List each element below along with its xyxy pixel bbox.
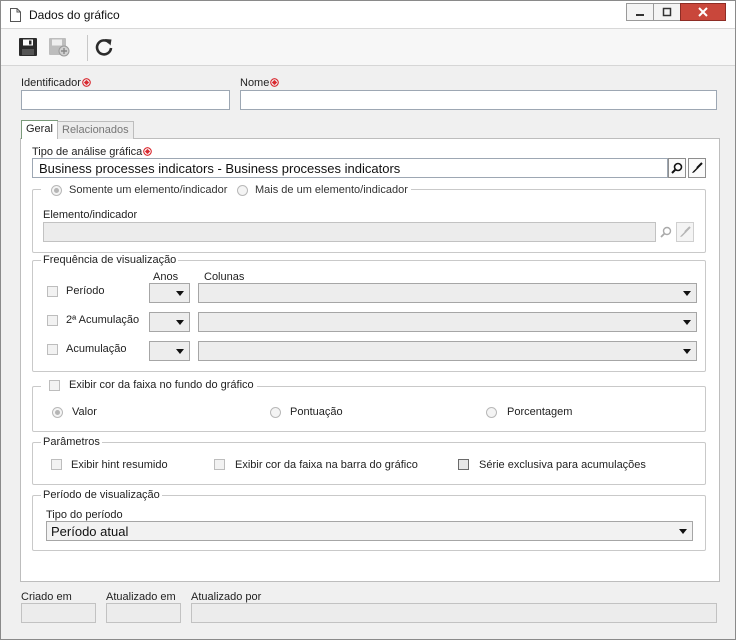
radio-multiple-elements-label: Mais de um elemento/indicador <box>255 184 408 196</box>
segunda-acumulacao-checkbox[interactable] <box>47 315 58 326</box>
radio-valor-label: Valor <box>72 406 97 418</box>
window-controls <box>626 3 727 21</box>
segunda-acumulacao-label: 2ª Acumulação <box>66 314 140 326</box>
chevron-down-icon <box>176 291 184 296</box>
element-search-button[interactable] <box>657 222 675 242</box>
atualizado-em-label: Atualizado em <box>106 591 176 603</box>
radio-porcentagem[interactable] <box>486 407 497 418</box>
radio-single-element[interactable] <box>51 185 62 196</box>
periodo-anos-select[interactable] <box>149 283 190 303</box>
tab-relacionados[interactable]: Relacionados <box>57 121 134 139</box>
search-icon <box>660 226 672 238</box>
required-icon <box>143 147 153 156</box>
criado-em-field <box>21 603 96 623</box>
analysis-type-label-text: Tipo de análise gráfica <box>32 146 143 158</box>
bar-color-label: Exibir cor da faixa na barra do gráfico <box>235 459 418 471</box>
element-input[interactable] <box>43 222 656 242</box>
refresh-icon <box>95 39 113 56</box>
segunda-acumulacao-colunas-select[interactable] <box>198 312 697 332</box>
chevron-down-icon <box>683 291 691 296</box>
save-button[interactable] <box>18 37 38 57</box>
radio-valor[interactable] <box>52 407 63 418</box>
element-clear-button[interactable] <box>676 222 694 242</box>
band-color-label: Exibir cor da faixa no fundo do gráfico <box>69 379 254 391</box>
hint-label: Exibir hint resumido <box>71 459 168 471</box>
radio-porcentagem-label: Porcentagem <box>507 406 573 418</box>
save-icon <box>19 38 37 56</box>
chevron-down-icon <box>683 349 691 354</box>
frequency-legend: Frequência de visualização <box>43 254 177 266</box>
search-icon <box>671 162 683 174</box>
dialog-window: Dados do gráfico Identificador Nome Gera… <box>0 0 736 640</box>
period-legend: Período de visualização <box>43 489 160 501</box>
close-icon <box>698 7 708 17</box>
colunas-column-header: Colunas <box>204 271 245 283</box>
toolbar-separator <box>87 35 88 61</box>
chevron-down-icon <box>683 320 691 325</box>
save-new-button[interactable] <box>48 37 70 57</box>
window-title: Dados do gráfico <box>29 8 120 22</box>
periodo-label: Período <box>66 285 105 297</box>
toolbar <box>1 29 735 66</box>
element-field-label: Elemento/indicador <box>43 209 138 221</box>
identificador-input[interactable] <box>21 90 230 110</box>
required-icon <box>82 78 91 87</box>
analysis-type-label: Tipo de análise gráfica <box>32 146 153 158</box>
nome-input[interactable] <box>240 90 717 110</box>
periodo-colunas-select[interactable] <box>198 283 697 303</box>
save-new-icon <box>49 38 70 57</box>
bar-color-checkbox[interactable] <box>214 459 225 470</box>
atualizado-por-field <box>191 603 717 623</box>
hint-checkbox[interactable] <box>51 459 62 470</box>
acumulacao-anos-select[interactable] <box>149 341 190 361</box>
acumulacao-label: Acumulação <box>66 343 127 355</box>
maximize-icon <box>662 7 672 17</box>
title-bar: Dados do gráfico <box>1 1 735 29</box>
atualizado-por-label: Atualizado por <box>191 591 262 603</box>
eraser-brush-icon <box>680 226 691 237</box>
atualizado-em-field <box>106 603 181 623</box>
document-icon <box>10 8 21 22</box>
radio-pontuacao-label: Pontuação <box>290 406 343 418</box>
segunda-acumulacao-anos-select[interactable] <box>149 312 190 332</box>
exclusive-series-label: Série exclusiva para acumulações <box>479 459 646 471</box>
radio-single-element-label: Somente um elemento/indicador <box>69 184 228 196</box>
maximize-button[interactable] <box>653 3 681 21</box>
chevron-down-icon <box>679 529 687 534</box>
identificador-label: Identificador <box>21 77 91 89</box>
refresh-button[interactable] <box>94 37 114 57</box>
radio-pontuacao[interactable] <box>270 407 281 418</box>
criado-em-label: Criado em <box>21 591 72 603</box>
minimize-icon <box>636 14 644 16</box>
period-type-value: Período atual <box>51 524 129 539</box>
clear-button[interactable] <box>688 158 706 178</box>
nome-label-text: Nome <box>240 77 270 89</box>
acumulacao-colunas-select[interactable] <box>198 341 697 361</box>
anos-column-header: Anos <box>153 271 179 283</box>
analysis-type-input[interactable]: Business processes indicators - Business… <box>32 158 668 178</box>
chevron-down-icon <box>176 320 184 325</box>
tab-geral[interactable]: Geral <box>21 120 58 139</box>
band-color-checkbox[interactable] <box>49 380 60 391</box>
close-button[interactable] <box>680 3 726 21</box>
exclusive-series-checkbox[interactable] <box>458 459 469 470</box>
chevron-down-icon <box>176 349 184 354</box>
minimize-button[interactable] <box>626 3 654 21</box>
period-type-select[interactable]: Período atual <box>46 521 693 541</box>
required-icon <box>270 78 280 87</box>
nome-label: Nome <box>240 77 280 89</box>
identificador-label-text: Identificador <box>21 77 81 89</box>
periodo-checkbox[interactable] <box>47 286 58 297</box>
parameters-legend: Parâmetros <box>43 436 100 448</box>
eraser-brush-icon <box>692 162 703 173</box>
period-type-label: Tipo do período <box>46 509 123 521</box>
search-button[interactable] <box>668 158 686 178</box>
period-group: Período de visualização <box>32 489 706 551</box>
radio-multiple-elements[interactable] <box>237 185 248 196</box>
acumulacao-checkbox[interactable] <box>47 344 58 355</box>
